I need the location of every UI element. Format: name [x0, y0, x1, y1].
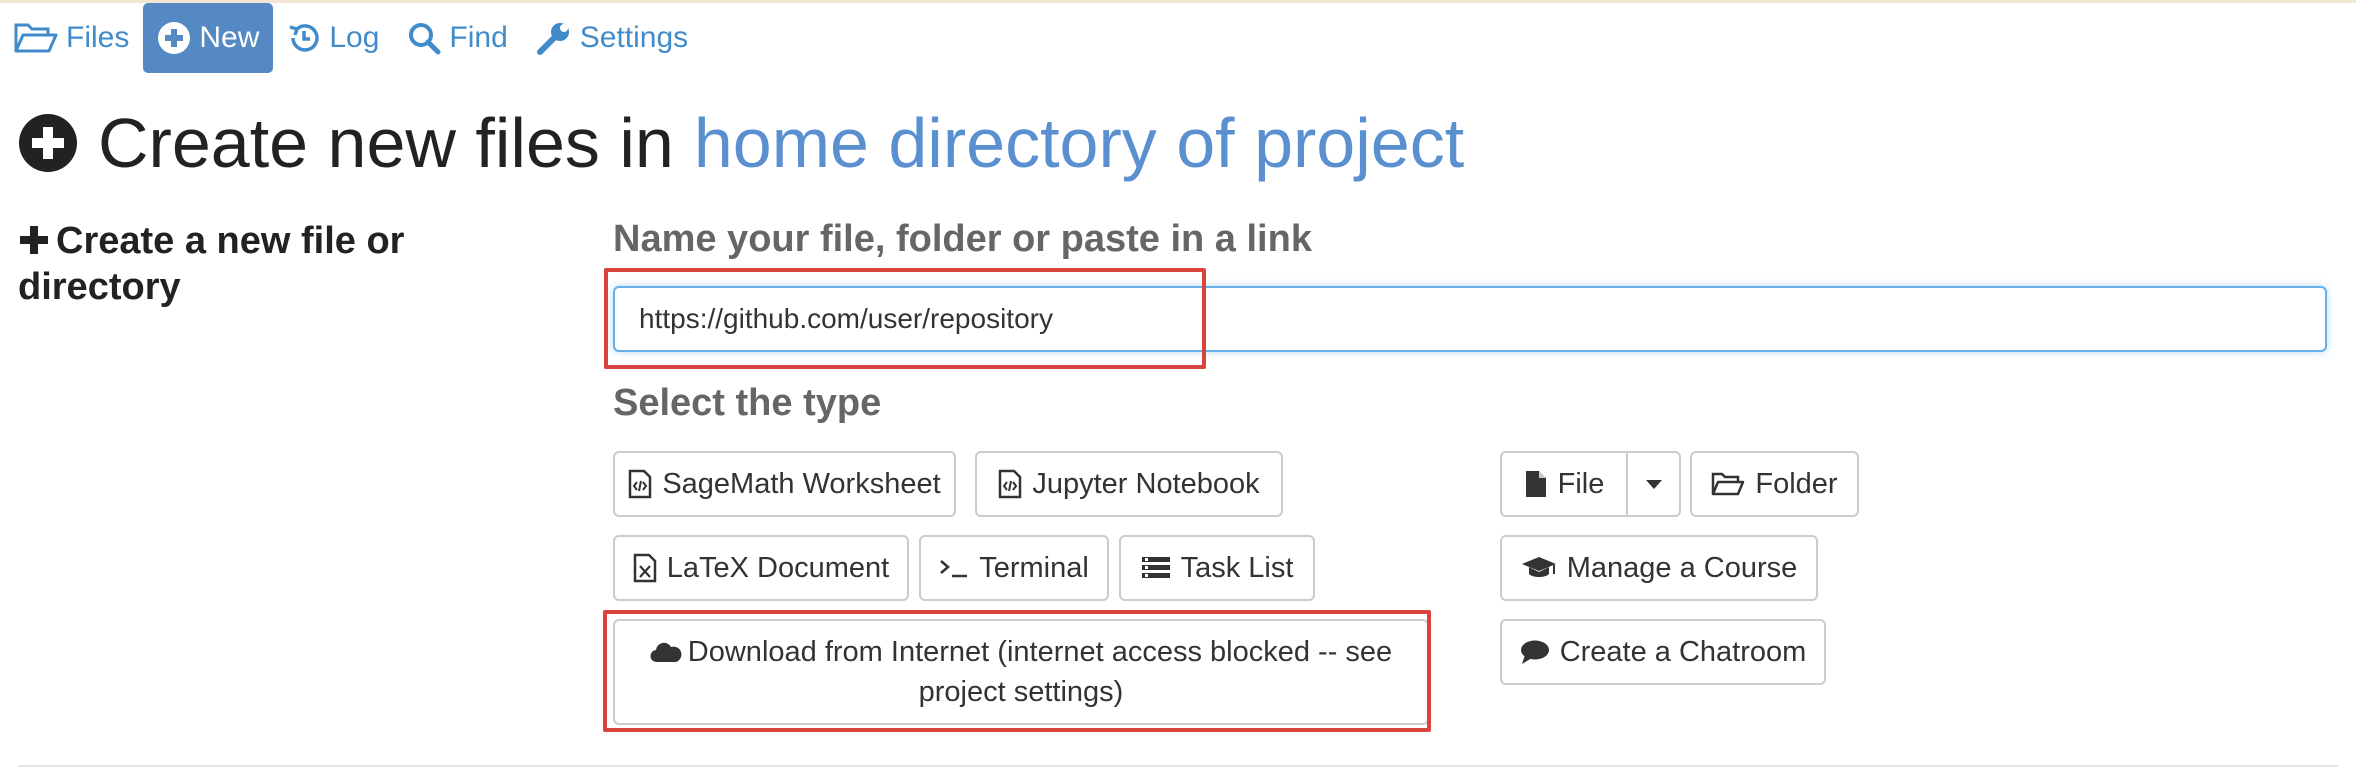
download-from-internet-button[interactable]: Download from Internet (internet access … — [613, 619, 1429, 725]
create-chatroom-button[interactable]: Create a Chatroom — [1500, 619, 1826, 685]
jupyter-notebook-button[interactable]: Jupyter Notebook — [975, 451, 1283, 517]
nav-new-label: New — [199, 21, 260, 54]
project-nav: Files New Log Find Settings — [0, 3, 702, 73]
sagemath-label: SageMath Worksheet — [662, 467, 941, 500]
nav-settings[interactable]: Settings — [522, 3, 702, 73]
create-heading-text: Create a new file or directory — [18, 220, 405, 308]
history-icon — [289, 24, 320, 52]
latex-document-button[interactable]: LaTeX Document — [613, 535, 909, 601]
page-title-prefix: Create new files in — [98, 104, 674, 182]
type-label: Select the type — [613, 382, 882, 424]
plus-circle-icon — [158, 22, 191, 54]
download-label-wrap: Download from Internet (internet access … — [615, 632, 1427, 712]
latex-label: LaTeX Document — [666, 551, 890, 584]
file-code-icon — [629, 469, 652, 499]
file-button[interactable]: File — [1500, 451, 1628, 517]
file-label: File — [1557, 467, 1605, 500]
plus-circle-icon — [19, 114, 77, 172]
task-list-button[interactable]: Task List — [1119, 535, 1315, 601]
tasks-icon — [1141, 557, 1170, 578]
nav-find[interactable]: Find — [393, 3, 521, 73]
terminal-label: Terminal — [979, 551, 1089, 584]
download-label: Download from Internet (internet access … — [687, 636, 1393, 708]
wrench-icon — [536, 23, 569, 55]
nav-files[interactable]: Files — [0, 3, 143, 73]
file-code-icon — [999, 469, 1022, 499]
task-list-label: Task List — [1180, 551, 1294, 584]
cloud-icon — [650, 642, 682, 663]
nav-settings-label: Settings — [579, 21, 689, 54]
bottom-divider — [18, 765, 2338, 767]
name-label: Name your file, folder or paste in a lin… — [613, 218, 1312, 260]
folder-button[interactable]: Folder — [1690, 451, 1859, 517]
folder-label: Folder — [1755, 467, 1838, 500]
page-title-location[interactable]: home directory of project — [694, 103, 1464, 183]
manage-course-button[interactable]: Manage a Course — [1500, 535, 1818, 601]
folder-open-icon — [14, 23, 58, 53]
file-latex-icon — [633, 553, 657, 583]
filename-input[interactable] — [613, 286, 2327, 352]
jupyter-label: Jupyter Notebook — [1032, 467, 1260, 500]
search-icon — [409, 23, 441, 55]
nav-files-label: Files — [66, 21, 130, 54]
nav-find-label: Find — [449, 21, 508, 54]
page-title: Create new files in home directory of pr… — [18, 98, 1464, 188]
file-icon — [1525, 471, 1546, 497]
terminal-icon — [940, 560, 968, 578]
create-heading: Create a new file or directory — [18, 218, 518, 310]
course-label: Manage a Course — [1566, 551, 1798, 584]
nav-log[interactable]: Log — [273, 3, 393, 73]
comment-icon — [1520, 640, 1549, 664]
sagemath-worksheet-button[interactable]: SageMath Worksheet — [613, 451, 956, 517]
terminal-button[interactable]: Terminal — [919, 535, 1109, 601]
folder-open-icon — [1712, 472, 1745, 496]
caret-down-icon — [1645, 480, 1662, 489]
file-dropdown-button[interactable] — [1626, 451, 1681, 517]
graduation-cap-icon — [1521, 557, 1556, 577]
nav-log-label: Log — [329, 21, 380, 54]
plus-icon — [20, 226, 48, 254]
nav-new[interactable]: New — [143, 3, 274, 73]
chatroom-label: Create a Chatroom — [1559, 635, 1807, 668]
